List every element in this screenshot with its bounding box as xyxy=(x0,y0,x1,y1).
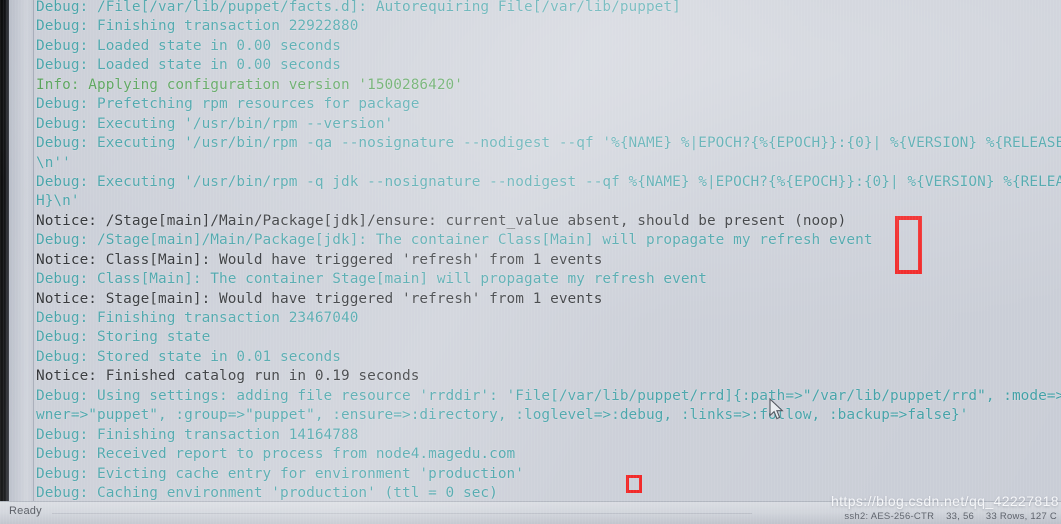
monitor-bezel xyxy=(0,0,9,524)
terminal-line: \n'' xyxy=(36,154,71,171)
terminal-line: Debug: Stored state in 0.01 seconds xyxy=(36,348,341,365)
status-cipher: ssh2: AES-256-CTR xyxy=(844,511,935,522)
terminal-line: Debug: Finishing transaction 23467040 xyxy=(36,310,359,326)
terminal-line: H}\n' xyxy=(36,193,80,210)
terminal-window: Debug: /File[/var/lib/puppet/facts.d]: A… xyxy=(0,0,1061,524)
highlight-box-right xyxy=(895,216,922,274)
terminal-line: Debug: Executing '/usr/bin/rpm -qa --nos… xyxy=(36,135,1061,152)
mouse-cursor-icon xyxy=(769,398,784,420)
terminal-line: Debug: Loaded state in 0.00 seconds xyxy=(36,37,341,54)
terminal-line: Debug: Executing '/usr/bin/rpm -q jdk --… xyxy=(36,173,1061,190)
terminal-line: Debug: Storing state xyxy=(36,329,211,346)
terminal-line: Debug: Executing '/usr/bin/rpm --version… xyxy=(36,115,394,132)
status-divider xyxy=(52,513,752,514)
terminal-line: Debug: Evicting cache entry for environm… xyxy=(36,465,524,482)
terminal-line: wner=>"puppet", :group=>"puppet", :ensur… xyxy=(36,407,969,424)
terminal-line: Debug: Received report to process from n… xyxy=(36,446,516,463)
terminal-line: Debug: Finishing transaction 22922880 xyxy=(36,18,359,35)
terminal-gutter-divider xyxy=(33,0,34,502)
terminal-line: Info: Applying configuration version '15… xyxy=(36,76,463,93)
status-dimensions: 33 Rows, 127 C xyxy=(985,511,1057,522)
status-connection-info: ssh2: AES-256-CTR 33, 56 33 Rows, 127 C xyxy=(844,511,1057,522)
terminal-line: Debug: Using settings: adding file resou… xyxy=(36,387,1061,404)
terminal-line: Debug: Prefetching rpm resources for pac… xyxy=(36,96,420,113)
terminal-line: Notice: Stage[main]: Would have triggere… xyxy=(36,290,603,307)
terminal-line: Notice: Finished catalog run in 0.19 sec… xyxy=(36,368,420,385)
watermark-text: https://blog.csdn.net/qq_42227818 xyxy=(830,493,1059,509)
terminal-line: Debug: Loaded state in 0.00 seconds xyxy=(36,57,341,74)
highlight-box-prompt xyxy=(626,475,642,493)
terminal-line: Debug: /File[/var/lib/puppet/facts.d]: A… xyxy=(36,0,681,15)
status-ready-label: Ready xyxy=(9,505,42,517)
terminal-line: Debug: Finishing transaction 14164788 xyxy=(36,426,359,443)
status-cursor-position: 33, 56 xyxy=(946,511,975,522)
terminal-left-gutter xyxy=(9,0,34,502)
